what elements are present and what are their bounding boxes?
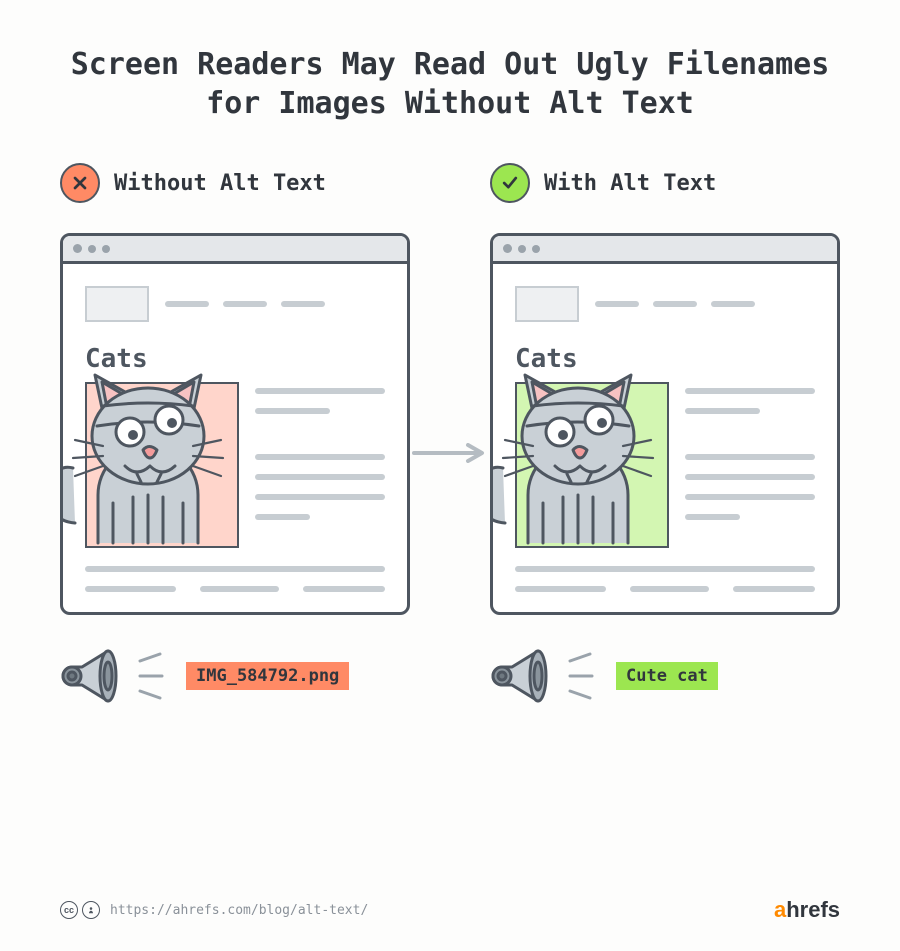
text-placeholder	[303, 586, 385, 592]
page-content: Cats	[63, 264, 407, 612]
nav-placeholder	[223, 301, 267, 307]
text-placeholder	[85, 566, 385, 572]
text-placeholder	[515, 586, 606, 592]
cat-illustration	[490, 358, 683, 548]
text-placeholder	[515, 566, 815, 572]
text-placeholder	[255, 514, 310, 520]
speaker-icon	[490, 645, 554, 707]
left-badge-label: Without Alt Text	[114, 171, 326, 196]
cross-icon	[60, 163, 100, 203]
ahrefs-logo: ahrefs	[774, 897, 840, 923]
right-speaker-row: Cute cat	[490, 645, 840, 707]
comparison-panels: Without Alt Text Cats	[0, 163, 900, 707]
nav-placeholder	[595, 301, 639, 307]
nav-placeholder	[281, 301, 325, 307]
text-placeholder	[685, 388, 815, 394]
cat-illustration	[60, 358, 253, 548]
nav-placeholder	[165, 301, 209, 307]
logo-placeholder	[85, 286, 149, 322]
logo-placeholder	[515, 286, 579, 322]
page-content: Cats	[493, 264, 837, 612]
text-placeholder	[630, 586, 709, 592]
left-column: Without Alt Text Cats	[60, 163, 410, 707]
left-browser-frame: Cats	[60, 233, 410, 615]
window-dot	[518, 245, 526, 253]
text-placeholder	[85, 586, 176, 592]
text-placeholder	[255, 454, 385, 460]
text-placeholder	[255, 474, 385, 480]
arrow-icon	[410, 443, 490, 463]
image-with-alt	[515, 382, 669, 548]
browser-chrome	[63, 236, 407, 264]
left-utterance: IMG_584792.png	[186, 662, 349, 690]
right-badge-label: With Alt Text	[544, 171, 716, 196]
cc-license-icon: cc	[60, 901, 100, 919]
right-column: With Alt Text Cats	[490, 163, 840, 707]
main-title: Screen Readers May Read Out Ugly Filenam…	[0, 0, 900, 163]
check-icon	[490, 163, 530, 203]
window-dot	[503, 244, 512, 253]
text-placeholder	[685, 454, 815, 460]
window-dot	[88, 245, 96, 253]
soundwave-icon	[134, 651, 170, 701]
right-utterance: Cute cat	[616, 662, 718, 690]
source-url: https://ahrefs.com/blog/alt-text/	[110, 903, 368, 918]
speaker-icon	[60, 645, 124, 707]
image-without-alt	[85, 382, 239, 548]
text-placeholder	[685, 474, 815, 480]
text-placeholder	[200, 586, 279, 592]
nav-placeholder	[653, 301, 697, 307]
text-placeholder	[255, 408, 330, 414]
right-badge-row: With Alt Text	[490, 163, 840, 203]
left-badge-row: Without Alt Text	[60, 163, 410, 203]
text-placeholder	[685, 408, 760, 414]
window-dot	[532, 245, 540, 253]
window-dot	[73, 244, 82, 253]
text-placeholder	[733, 586, 815, 592]
footer: cc https://ahrefs.com/blog/alt-text/ ahr…	[60, 897, 840, 923]
left-speaker-row: IMG_584792.png	[60, 645, 410, 707]
window-dot	[102, 245, 110, 253]
text-placeholder	[685, 514, 740, 520]
text-placeholder	[255, 494, 385, 500]
nav-placeholder	[711, 301, 755, 307]
text-placeholder	[255, 388, 385, 394]
right-browser-frame: Cats	[490, 233, 840, 615]
browser-chrome	[493, 236, 837, 264]
text-placeholder	[685, 494, 815, 500]
soundwave-icon	[564, 651, 600, 701]
